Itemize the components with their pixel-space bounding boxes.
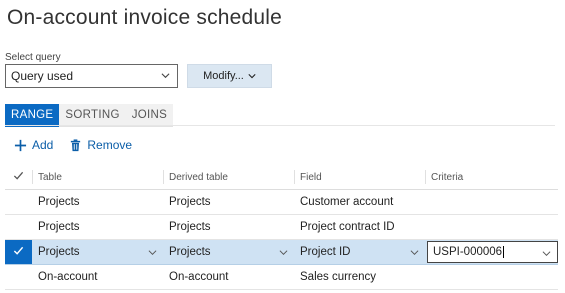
add-button-label: Add [32,138,54,152]
cell-derived-table[interactable]: On-account [163,264,294,290]
column-header-criteria[interactable]: Criteria [425,165,558,190]
column-header-derived-table[interactable]: Derived table [163,165,294,190]
criteria-input[interactable]: USPI-000006 [427,241,558,263]
query-select[interactable]: Query used [5,64,178,88]
cell-derived-table[interactable]: Projects [163,189,294,215]
tab-divider [5,125,555,126]
cell-criteria[interactable] [425,264,558,290]
cell-table-value: Projects [38,246,80,258]
row-checkbox[interactable] [5,214,32,240]
cell-derived-table[interactable]: Projects [163,214,294,240]
cell-field-value: Project ID [300,246,351,258]
table-row[interactable]: Projects Projects Project contract ID [5,214,558,240]
table-row[interactable]: On-account On-account Sales currency [5,264,558,290]
cell-criteria[interactable] [425,214,558,240]
page-title: On-account invoice schedule [7,6,283,29]
modify-button-label: Modify... [203,70,244,82]
grid-header-row: Table Derived table Field Criteria [5,165,558,190]
cell-table[interactable]: Projects [32,214,163,240]
cell-field-select[interactable]: Project ID [294,239,425,265]
chevron-down-icon[interactable] [410,248,419,257]
checkmark-icon [13,171,24,180]
tab-bar: RANGE SORTING JOINS [5,104,174,127]
chevron-down-icon [248,74,256,79]
criteria-input-value: USPI-000006 [433,246,503,258]
query-select-value: Query used [11,69,74,83]
select-all-checkbox[interactable] [5,165,32,190]
table-row[interactable]: Projects Projects Customer account [5,189,558,215]
add-button[interactable]: Add [14,138,53,152]
cell-field[interactable]: Customer account [294,189,425,215]
chevron-down-icon[interactable] [279,248,288,257]
modify-button[interactable]: Modify... [187,64,272,88]
range-grid: Table Derived table Field Criteria Proje… [5,165,558,290]
cell-derived-table-select[interactable]: Projects [163,239,294,265]
column-header-table[interactable]: Table [32,165,163,190]
action-bar: Add Remove [14,138,132,152]
tab-range[interactable]: RANGE [5,104,60,127]
cell-field[interactable]: Project contract ID [294,214,425,240]
cell-criteria-editor[interactable]: USPI-000006 [425,239,558,265]
cell-table[interactable]: Projects [32,189,163,215]
tab-sorting[interactable]: SORTING [59,104,126,127]
cell-table[interactable]: On-account [32,264,163,290]
cell-criteria[interactable] [425,189,558,215]
tab-joins[interactable]: JOINS [125,104,174,127]
table-row-selected[interactable]: Projects Projects Project ID USPI-000006 [5,239,558,265]
cell-field[interactable]: Sales currency [294,264,425,290]
chevron-down-icon[interactable] [542,249,551,258]
cell-table-select[interactable]: Projects [32,239,163,265]
column-header-field[interactable]: Field [294,165,425,190]
row-checkbox[interactable] [5,264,32,290]
plus-icon [14,139,27,151]
text-caret [503,246,505,258]
row-checkbox-checked[interactable] [5,239,32,265]
trash-icon [71,138,81,151]
row-checkbox[interactable] [5,189,32,215]
checkmark-icon [13,246,24,255]
chevron-down-icon [161,73,170,79]
remove-button[interactable]: Remove [69,138,132,152]
remove-button-label: Remove [87,138,133,152]
cell-derived-table-value: Projects [169,246,211,258]
chevron-down-icon[interactable] [148,248,157,257]
select-query-label: Select query [5,52,61,63]
